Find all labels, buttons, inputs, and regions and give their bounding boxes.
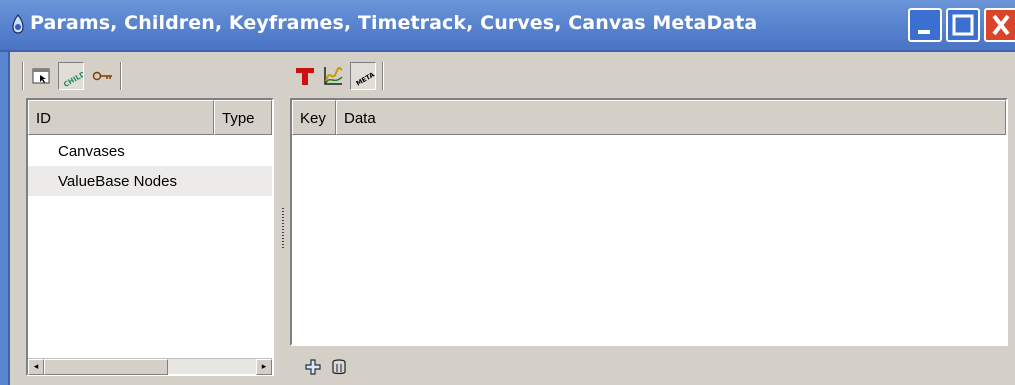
tree-row-valuebase-nodes[interactable]: ValueBase Nodes (28, 166, 272, 196)
column-header-type[interactable]: Type (214, 100, 272, 135)
maximize-icon (952, 14, 974, 36)
toolbar-separator (22, 62, 24, 90)
column-header-key[interactable]: Key (292, 100, 336, 135)
minimize-button[interactable] (908, 8, 942, 42)
params-icon (32, 68, 50, 84)
children-tree[interactable]: ID Type Canvases ValueBase Nodes ◂ ▸ (26, 98, 274, 376)
maximize-button[interactable] (946, 8, 980, 42)
metadata-actions-bar (290, 350, 1008, 384)
minimize-icon (918, 30, 930, 34)
scroll-right-button[interactable]: ▸ (256, 359, 272, 375)
tree-row-label: Canvases (58, 143, 125, 160)
metadata-table[interactable]: Key Data (290, 98, 1008, 346)
horizontal-scrollbar[interactable]: ◂ ▸ (28, 358, 272, 375)
splitter-grip (282, 208, 284, 248)
left-panel-toolbar: CHILD (22, 58, 272, 94)
curves-icon (324, 66, 343, 85)
close-icon (992, 14, 1010, 36)
window-frame-left (0, 52, 10, 385)
curves-tab-button[interactable] (320, 62, 346, 90)
delete-metadata-button[interactable] (328, 356, 350, 378)
tree-row-canvases[interactable]: Canvases (28, 136, 272, 166)
key-icon (92, 71, 112, 81)
panel-splitter[interactable] (278, 58, 288, 385)
dialog-window: Params, Children, Keyframes, Timetrack, … (0, 0, 1015, 385)
close-button[interactable] (984, 8, 1015, 42)
keyframes-tab-button[interactable] (90, 62, 116, 90)
column-header-id[interactable]: ID (28, 100, 214, 135)
scroll-thumb[interactable] (44, 359, 168, 375)
add-icon (305, 359, 321, 375)
tree-row-label: ValueBase Nodes (58, 173, 177, 190)
column-header-data[interactable]: Data (336, 100, 1006, 135)
trash-icon (332, 359, 346, 375)
scroll-left-button[interactable]: ◂ (28, 359, 44, 375)
title-bar[interactable]: Params, Children, Keyframes, Timetrack, … (0, 0, 1015, 52)
metadata-tab-button[interactable]: META (350, 62, 376, 90)
svg-text:META: META (355, 71, 375, 87)
timetrack-tab-button[interactable] (292, 62, 318, 90)
params-tab-button[interactable] (28, 62, 54, 90)
toolbar-separator (382, 62, 384, 90)
right-panel-toolbar: META (290, 58, 1010, 94)
timetrack-icon (296, 68, 314, 85)
app-icon (12, 14, 24, 34)
child-icon: CHILD (62, 70, 83, 87)
add-metadata-button[interactable] (302, 356, 324, 378)
children-tab-button[interactable]: CHILD (58, 62, 84, 90)
window-title: Params, Children, Keyframes, Timetrack, … (30, 12, 758, 34)
toolbar-separator (120, 62, 122, 90)
svg-text:CHILD: CHILD (62, 70, 83, 87)
meta-icon: META (355, 71, 375, 87)
